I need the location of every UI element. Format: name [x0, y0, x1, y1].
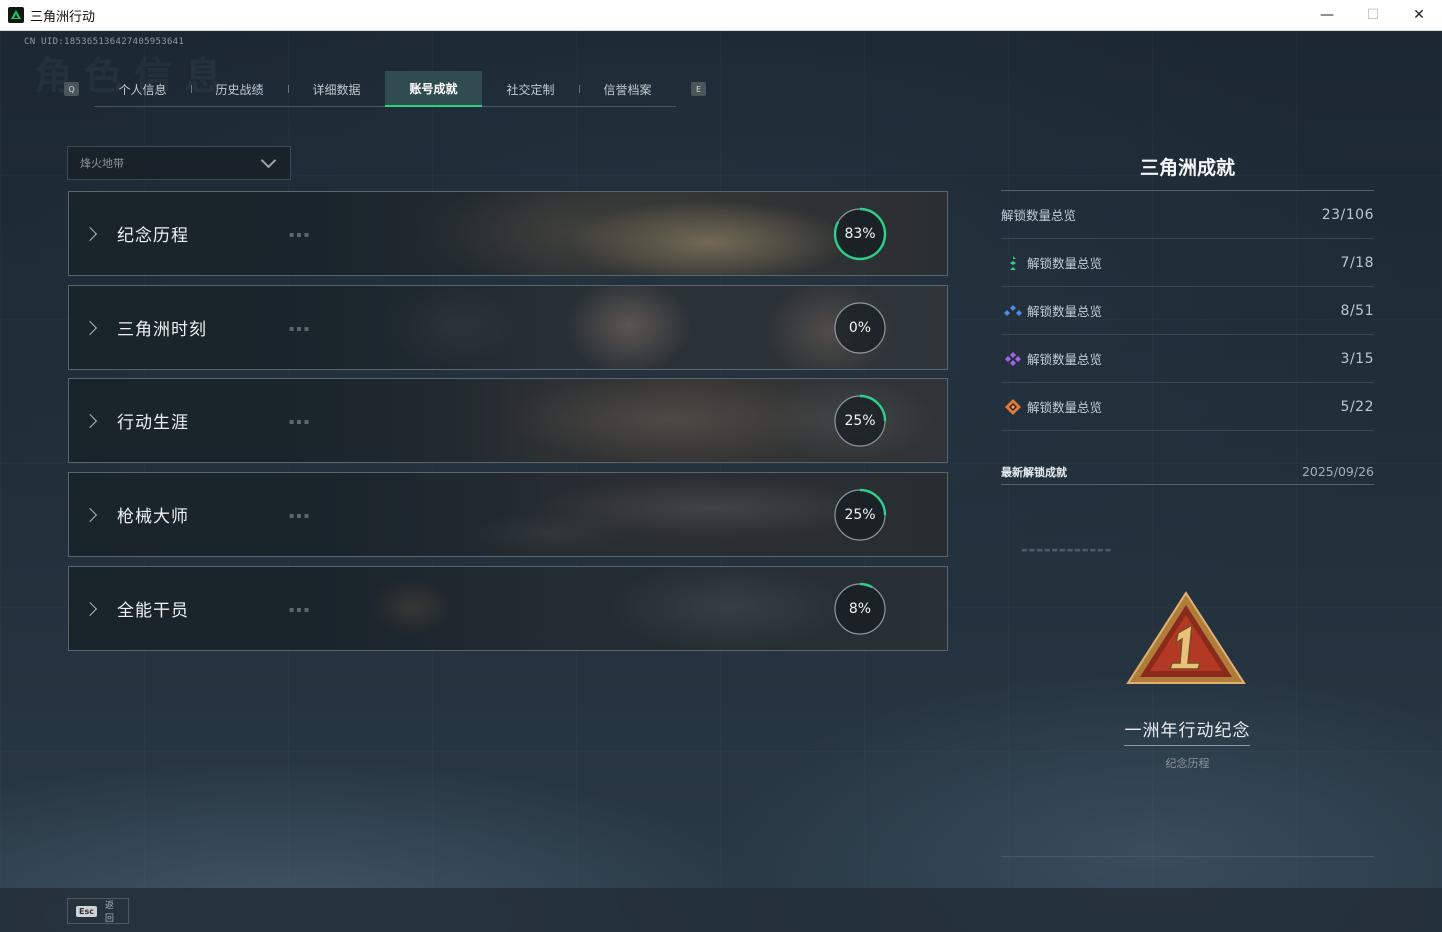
mode-select-dropdown[interactable]: 烽火地带: [67, 146, 291, 180]
decorative-dots: ▪▪▪: [289, 605, 312, 614]
close-button[interactable]: ✕: [1396, 0, 1442, 31]
decorative-dots: ▪▪▪: [289, 417, 312, 426]
tab-personal-info[interactable]: 个人信息: [94, 71, 191, 107]
achievement-category: 纪念历程: [1165, 757, 1210, 770]
minimize-button[interactable]: —: [1304, 0, 1350, 31]
app-logo-icon: [8, 7, 24, 23]
card-background: [69, 567, 947, 650]
tier-unlock-row: 解锁数量总览 3/15: [1001, 335, 1374, 383]
chevron-down-icon: [260, 152, 277, 168]
game-canvas: CN UID:18536513642740595364​1 角色信息 Q 个人信…: [0, 31, 1442, 932]
mode-select-value: 烽火地带: [80, 157, 124, 170]
stat-label: 解锁数量总览: [1001, 208, 1077, 223]
category-card-weapon-master[interactable]: 枪械大师 ▪▪▪ 25%: [68, 472, 948, 557]
tab-detailed-stats[interactable]: 详细数据: [288, 71, 385, 107]
latest-unlock-label: 最新解锁成就: [1001, 465, 1067, 479]
bottom-bar: Esc 返回: [0, 888, 1442, 932]
profile-tabs: Q 个人信息 历史战绩 详细数据 账号成就 社交定制 信誉档案 E: [64, 71, 706, 107]
back-button[interactable]: Esc 返回: [67, 898, 129, 924]
progress-percent: 0%: [848, 320, 872, 336]
progress-percent: 25%: [844, 413, 876, 429]
decorative-dots: ▪▪▪: [289, 230, 312, 239]
latest-unlock-header: 最新解锁成就 2025/09/26: [1001, 459, 1374, 485]
latest-unlock-date: 2025/09/26: [1301, 464, 1374, 479]
stat-label: 解锁数量总览: [1027, 256, 1103, 271]
orange-rank-icon: [1005, 398, 1021, 415]
progress-ring: 0%: [833, 301, 887, 355]
progress-percent: 25%: [844, 507, 876, 523]
chevron-right-icon: [82, 320, 98, 335]
achievement-summary-panel: 三角洲成就 解锁数量总览 23/106 解锁数量总览 7/18 解锁数量总览 8…: [1001, 145, 1374, 485]
stat-value: 8/51: [1340, 302, 1374, 319]
chevron-right-icon: [82, 226, 98, 241]
category-label: 纪念历程: [117, 226, 189, 246]
purple-rank-icon: [1005, 351, 1021, 366]
window-titlebar: 三角洲行动 — ☐ ✕: [0, 0, 1442, 31]
progress-ring: 8%: [833, 582, 887, 636]
stat-label: 解锁数量总览: [1027, 304, 1103, 319]
prev-tab-key-hint[interactable]: Q: [64, 82, 79, 96]
progress-ring: 83%: [833, 207, 887, 261]
category-label: 行动生涯: [117, 413, 189, 433]
green-rank-icon: [1010, 255, 1016, 270]
category-label: 全能干员: [117, 601, 189, 621]
achievement-emblem-icon: [1126, 591, 1246, 684]
decorative-dots: ▪▪▪: [289, 511, 312, 520]
card-background: [69, 473, 947, 556]
stat-value: 7/18: [1340, 254, 1374, 271]
decorative-text-lines: ▬▬▬▬▬▬▬▬▬▬▬▬: [1021, 546, 1113, 554]
progress-percent: 83%: [844, 226, 876, 242]
progress-ring: 25%: [833, 394, 887, 448]
tab-match-history[interactable]: 历史战绩: [191, 71, 288, 107]
category-card-delta-moments[interactable]: 三角洲时刻 ▪▪▪ 0%: [68, 285, 948, 370]
chevron-right-icon: [82, 601, 98, 616]
stat-label: 解锁数量总览: [1027, 400, 1103, 415]
stat-value: 23/106: [1321, 206, 1374, 223]
esc-key-hint: Esc: [76, 905, 97, 917]
tier-unlock-row: 解锁数量总览 8/51: [1001, 287, 1374, 335]
tab-strip: 个人信息 历史战绩 详细数据 账号成就 社交定制 信誉档案: [94, 71, 676, 107]
card-background: [69, 379, 947, 462]
window-controls: — ☐ ✕: [1304, 0, 1442, 31]
category-card-all-round-operator[interactable]: 全能干员 ▪▪▪ 8%: [68, 566, 948, 651]
window-title: 三角洲行动: [30, 9, 96, 25]
maximize-button[interactable]: ☐: [1350, 0, 1396, 31]
tier-unlock-row: 解锁数量总览 5/22: [1001, 383, 1374, 431]
category-label: 枪械大师: [117, 507, 189, 527]
stat-label: 解锁数量总览: [1027, 352, 1103, 367]
category-label: 三角洲时刻: [117, 320, 207, 340]
tab-credit-record[interactable]: 信誉档案: [579, 71, 676, 107]
tab-achievements[interactable]: 账号成就: [385, 71, 482, 107]
chevron-right-icon: [82, 413, 98, 428]
progress-percent: 8%: [848, 601, 872, 617]
latest-achievement-showcase[interactable]: ▬▬▬▬▬▬▬▬▬▬▬▬ 一洲年行动纪念 纪念历程: [1001, 496, 1374, 857]
tier-unlock-row: 解锁数量总览 7/18: [1001, 239, 1374, 287]
next-tab-key-hint[interactable]: E: [691, 82, 706, 96]
back-label: 返回: [104, 901, 114, 924]
stat-value: 5/22: [1340, 398, 1374, 415]
tab-social-customization[interactable]: 社交定制: [482, 71, 579, 107]
total-unlock-row: 解锁数量总览 23/106: [1001, 191, 1374, 239]
achievement-name: 一洲年行动纪念: [1124, 721, 1251, 741]
decorative-dots: ▪▪▪: [289, 324, 312, 333]
panel-title: 三角洲成就: [1001, 145, 1374, 191]
card-background: [69, 192, 947, 275]
progress-ring: 25%: [833, 488, 887, 542]
category-card-career[interactable]: 行动生涯 ▪▪▪ 25%: [68, 378, 948, 463]
chevron-right-icon: [82, 507, 98, 522]
stat-value: 3/15: [1340, 350, 1374, 367]
category-card-memorial[interactable]: 纪念历程 ▪▪▪ 83%: [68, 191, 948, 276]
achievement-divider: [1124, 745, 1250, 746]
blue-rank-icon: [1004, 304, 1022, 316]
